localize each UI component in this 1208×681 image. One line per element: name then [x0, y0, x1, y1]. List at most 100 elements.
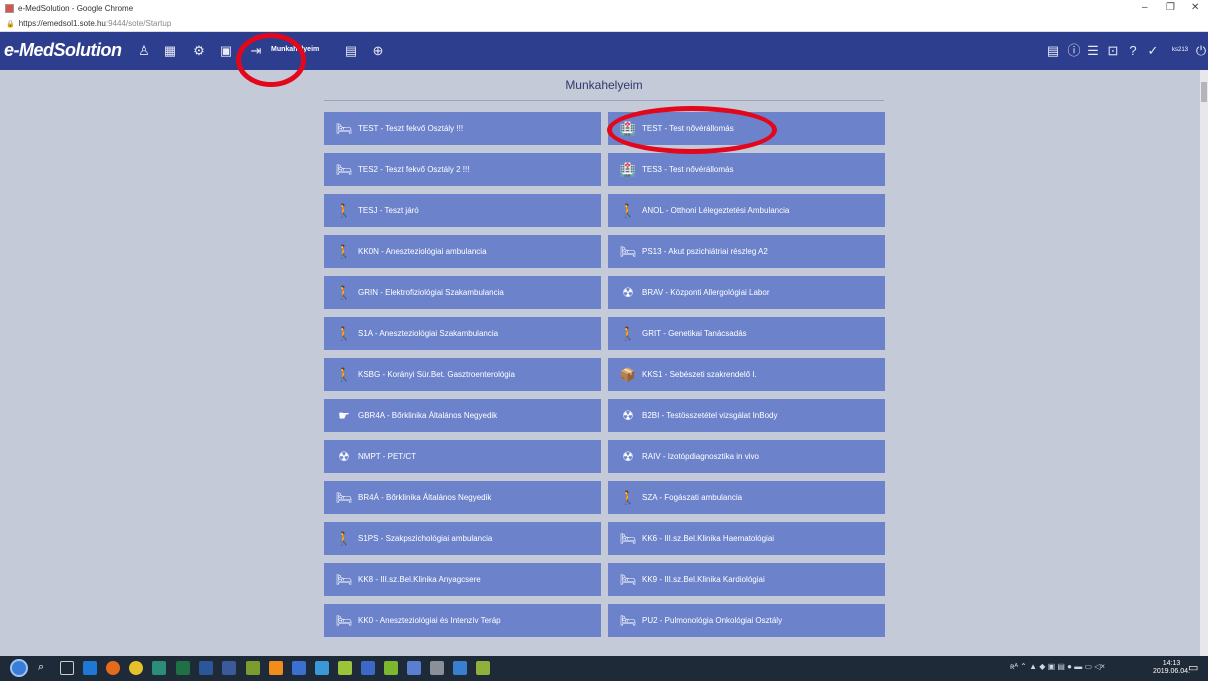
building-icon[interactable]: ▦ — [162, 43, 178, 59]
nav-workplaces-label[interactable]: Munkahelyeim — [271, 46, 319, 53]
notepad-icon[interactable] — [338, 661, 352, 675]
lab-icon: ☢ — [622, 284, 634, 300]
visio-icon[interactable] — [222, 661, 236, 675]
workplace-tile[interactable]: 🚶 SZA - Fogászati ambulancia — [608, 481, 885, 514]
workplace-tile[interactable]: 🏥 TEST - Test nővérállomás — [608, 112, 885, 145]
help-icon[interactable]: ? — [1125, 43, 1141, 59]
app-icon[interactable] — [246, 661, 260, 675]
workplace-tile[interactable]: 🚶 S1PS - Szakpszichológiai ambulancia — [324, 522, 601, 555]
address-bar[interactable]: 🔒 https://emedsol1.sote.hu:9444/sote/Sta… — [0, 16, 1208, 32]
workplace-tile-label: PU2 - Pulmonológia Onkológiai Osztály — [642, 616, 783, 625]
workplace-tile[interactable]: 🏥 TES3 - Test nővérállomás — [608, 153, 885, 186]
check-icon[interactable]: ✓ — [1145, 43, 1161, 59]
workplace-tile[interactable]: 🛏 BR4Á - Bőrklinika Általános Negyedik — [324, 481, 601, 514]
person-icon: 🚶 — [335, 243, 353, 259]
snipping-icon[interactable] — [407, 661, 421, 675]
workplace-tile-label: ANOL - Otthoni Lélegeztetési Ambulancia — [642, 206, 790, 215]
workplace-tile[interactable]: 🛏 PS13 - Akut pszichiátriai részleg A2 — [608, 235, 885, 268]
excel-icon[interactable] — [176, 661, 190, 675]
bed-icon: 🛏 — [335, 120, 353, 136]
task-view-icon[interactable] — [60, 661, 74, 675]
edge-icon[interactable] — [83, 661, 97, 675]
notifications-icon[interactable]: ▭ — [1188, 661, 1202, 675]
user-label[interactable]: ks213 — [1172, 47, 1188, 53]
url-path: :9444/sote/Startup — [105, 19, 172, 28]
workplace-tile-label: TEST - Test nővérállomás — [642, 124, 734, 133]
lab-icon: ☢ — [622, 448, 634, 464]
scrollbar-thumb[interactable] — [1201, 82, 1207, 102]
workplace-tile[interactable]: 🚶 ANOL - Otthoni Lélegeztetési Ambulancia — [608, 194, 885, 227]
workplace-tile-label: TESJ - Teszt járó — [358, 206, 419, 215]
workplace-tile[interactable]: 🛏 PU2 - Pulmonológia Onkológiai Osztály — [608, 604, 885, 637]
patient-list-icon[interactable]: ♙ — [136, 43, 152, 59]
person-icon: 🚶 — [619, 489, 637, 505]
clock-time: 14:13 — [1162, 660, 1181, 667]
workplace-tile[interactable]: 🛏 KK8 - III.sz.Bel.Klinika Anyagcsere — [324, 563, 601, 596]
workplace-tile[interactable]: 🛏 KK0 - Aneszteziológiai és Intenzív Terá… — [324, 604, 601, 637]
workplace-tile[interactable]: 🛏 TES2 - Teszt fekvő Osztály 2 !!! — [324, 153, 601, 186]
app-icon[interactable] — [476, 661, 490, 675]
workplace-tile-label: GBR4A - Bőrklinika Általános Negyedik — [358, 411, 498, 420]
calculator-icon[interactable] — [430, 661, 444, 675]
workplace-tile[interactable]: 🚶 KSBG - Korányi Sür.Bet. Gasztroenteroló… — [324, 358, 601, 391]
vlc-icon[interactable] — [269, 661, 283, 675]
settings-icon[interactable]: ⚙ — [191, 43, 207, 59]
workplace-tile[interactable]: 🚶 TESJ - Teszt járó — [324, 194, 601, 227]
list-icon[interactable]: ☰ — [1085, 43, 1101, 59]
workplace-tile[interactable]: ☢ BRAV - Központi Allergológiai Labor — [608, 276, 885, 309]
workplace-tile[interactable]: 🛏 TEST - Teszt fekvő Osztály !!! — [324, 112, 601, 145]
workplace-tile[interactable]: 📦 KKS1 - Sebészeti szakrendelő I. — [608, 358, 885, 391]
workplace-tile[interactable]: ☢ NMPT - PET/CT — [324, 440, 601, 473]
workplace-tile[interactable]: ☢ B2BI - Testösszetétel vizsgálat InBody — [608, 399, 885, 432]
info-icon[interactable]: ⓘ — [1066, 43, 1082, 59]
workplace-tile-label: NMPT - PET/CT — [358, 452, 417, 461]
workplace-tile-label: KK6 - III.sz.Bel.Klinika Haematológiai — [642, 534, 775, 543]
maximize-icon[interactable]: ❐ — [1166, 2, 1175, 13]
lab-icon: ☢ — [338, 448, 350, 464]
workplace-grid: 🛏 TEST - Teszt fekvő Osztály !!! 🏥 TEST - T… — [324, 112, 885, 637]
start-button-icon[interactable] — [10, 659, 28, 677]
workplace-tile[interactable]: 🚶 GRIN - Elektrofiziológiai Szakambulanci… — [324, 276, 601, 309]
close-icon[interactable]: ✕ — [1191, 2, 1199, 13]
workplace-tile-label: KK8 - III.sz.Bel.Klinika Anyagcsere — [358, 575, 481, 584]
mail-icon[interactable] — [453, 661, 467, 675]
search-icon[interactable]: ⌕ — [38, 661, 52, 675]
vertical-scrollbar[interactable] — [1200, 70, 1208, 656]
document-icon[interactable]: ▤ — [343, 43, 359, 59]
workplace-tile-label: KK0 - Aneszteziológiai és Intenzív Teráp — [358, 616, 501, 625]
app-icon[interactable] — [384, 661, 398, 675]
workplace-tile[interactable]: 🚶 KK0N - Aneszteziológiai ambulancia — [324, 235, 601, 268]
power-icon[interactable]: ⏻ — [1193, 43, 1208, 59]
bed-icon: 🛏 — [619, 530, 637, 546]
app-icon[interactable] — [152, 661, 166, 675]
url-host: https://emedsol1.sote.hu — [18, 19, 106, 28]
report-icon[interactable]: ▤ — [1045, 43, 1061, 59]
workplace-tile[interactable]: ☛ GBR4A - Bőrklinika Általános Negyedik — [324, 399, 601, 432]
system-tray-icons[interactable]: ʀᴬ ⌃ ▲ ◆ ▣ ▤ ● ▬ ▭ ◁× — [1010, 662, 1105, 671]
workplace-tile[interactable]: 🚶 S1A - Aneszteziológiai Szakambulancia — [324, 317, 601, 350]
workplace-tile[interactable]: 🛏 KK9 - III.sz.Bel.Klinika Kardiológiai — [608, 563, 885, 596]
app-icon[interactable] — [315, 661, 329, 675]
paint-icon[interactable] — [361, 661, 375, 675]
workplace-tile-label: S1A - Aneszteziológiai Szakambulancia — [358, 329, 499, 338]
person-icon: 🚶 — [335, 202, 353, 218]
chrome-icon[interactable] — [129, 661, 143, 675]
workplace-door-icon[interactable]: ⇥ — [248, 43, 264, 59]
workplace-tile[interactable]: 🚶 GRIT - Genetikai Tanácsadás — [608, 317, 885, 350]
bed-icon: 🛏 — [335, 612, 353, 628]
workplace-tile-label: TES3 - Test nővérállomás — [642, 165, 734, 174]
clock[interactable]: 14:13 2019.06.04. — [1153, 660, 1190, 676]
workplace-tile-label: BRAV - Központi Allergológiai Labor — [642, 288, 770, 297]
search-document-icon[interactable]: ⊕ — [370, 43, 386, 59]
workplace-tile[interactable]: ☢ RAIV - Izotópdiagnosztika in vivo — [608, 440, 885, 473]
word-icon[interactable] — [199, 661, 213, 675]
workplace-tile-label: S1PS - Szakpszichológiai ambulancia — [358, 534, 493, 543]
os-taskbar: ⌕ ʀᴬ ⌃ ▲ ◆ ▣ ▤ ● ▬ ▭ ◁× 14:13 2019.06.04… — [0, 656, 1208, 681]
workplace-tile[interactable]: 🛏 KK6 - III.sz.Bel.Klinika Haematológiai — [608, 522, 885, 555]
save-icon[interactable] — [292, 661, 306, 675]
lock-icon[interactable]: ⊡ — [1105, 43, 1121, 59]
minimize-icon[interactable]: – — [1142, 2, 1148, 13]
workplace-tile-label: GRIT - Genetikai Tanácsadás — [642, 329, 747, 338]
firefox-icon[interactable] — [106, 661, 120, 675]
monitor-icon[interactable]: ▣ — [218, 43, 234, 59]
